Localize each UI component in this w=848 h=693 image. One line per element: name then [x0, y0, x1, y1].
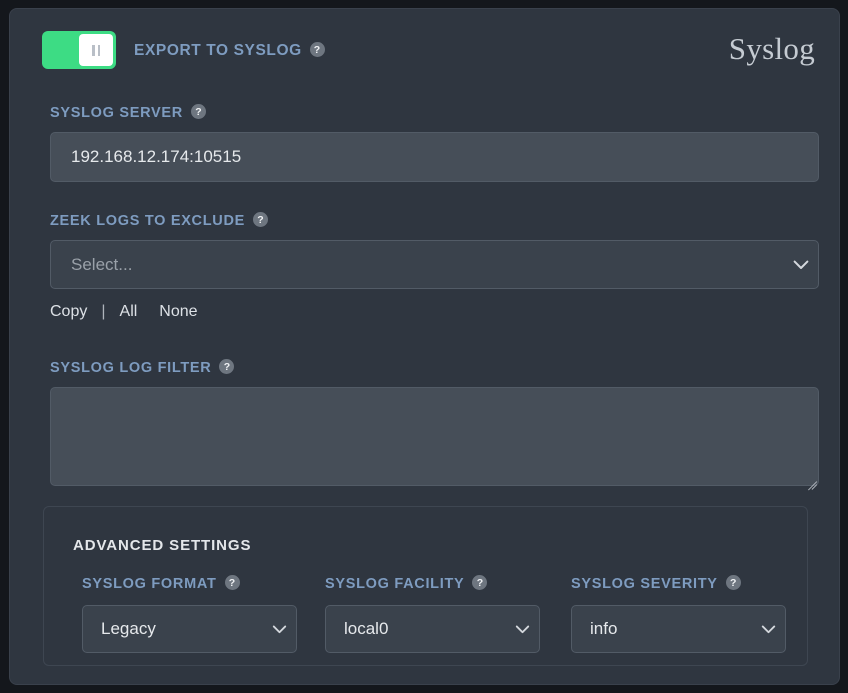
syslog-format-label-text: SYSLOG FORMAT: [82, 575, 217, 592]
syslog-severity-value: info: [590, 619, 618, 638]
syslog-server-label: SYSLOG SERVER?: [50, 104, 206, 122]
export-to-syslog-toggle[interactable]: [42, 31, 116, 69]
syslog-facility-value: local0: [344, 619, 389, 638]
help-icon[interactable]: ?: [224, 575, 240, 591]
help-icon[interactable]: ?: [472, 575, 488, 591]
syslog-log-filter-textarea[interactable]: [50, 387, 819, 486]
help-icon[interactable]: ?: [725, 575, 741, 591]
advanced-settings-section: ADVANCED SETTINGS SYSLOG FORMAT? Legacy …: [43, 506, 808, 666]
syslog-format-value: Legacy: [101, 619, 156, 638]
link-separator: |: [101, 303, 106, 320]
zeek-logs-select-value: Select...: [71, 254, 133, 274]
all-link[interactable]: All: [120, 303, 138, 321]
syslog-server-label-text: SYSLOG SERVER: [50, 104, 183, 121]
syslog-format-select[interactable]: Legacy: [82, 605, 297, 653]
chevron-down-icon: [262, 625, 296, 634]
zeek-logs-to-exclude-select[interactable]: Select...: [50, 240, 819, 289]
zeek-logs-to-exclude-label-text: ZEEK LOGS TO EXCLUDE: [50, 212, 246, 229]
syslog-format-label: SYSLOG FORMAT?: [82, 575, 240, 593]
page-frame: EXPORT TO SYSLOG? Syslog SYSLOG SERVER? …: [0, 0, 848, 693]
syslog-facility-label-text: SYSLOG FACILITY: [325, 575, 465, 592]
syslog-facility-select[interactable]: local0: [325, 605, 540, 653]
syslog-severity-label: SYSLOG SEVERITY?: [571, 575, 741, 593]
copy-link[interactable]: Copy: [50, 303, 87, 321]
syslog-log-filter-label-text: SYSLOG LOG FILTER: [50, 359, 212, 376]
syslog-severity-select[interactable]: info: [571, 605, 786, 653]
select-helper-links: Copy | All None: [50, 303, 198, 321]
pause-icon: [92, 44, 100, 56]
none-link[interactable]: None: [159, 303, 197, 321]
page-title: Syslog: [728, 31, 815, 66]
panel-header: EXPORT TO SYSLOG? Syslog: [10, 9, 839, 87]
syslog-severity-label-text: SYSLOG SEVERITY: [571, 575, 718, 592]
toggle-knob: [79, 34, 113, 66]
advanced-settings-title: ADVANCED SETTINGS: [73, 537, 252, 554]
syslog-settings-panel: EXPORT TO SYSLOG? Syslog SYSLOG SERVER? …: [9, 8, 840, 685]
chevron-down-icon: [505, 625, 539, 634]
syslog-log-filter-label: SYSLOG LOG FILTER?: [50, 359, 235, 377]
zeek-logs-to-exclude-label: ZEEK LOGS TO EXCLUDE?: [50, 212, 269, 230]
syslog-facility-label: SYSLOG FACILITY?: [325, 575, 488, 593]
export-to-syslog-label-text: EXPORT TO SYSLOG: [134, 42, 302, 59]
chevron-down-icon: [751, 625, 785, 634]
syslog-server-input[interactable]: [50, 132, 819, 182]
help-icon[interactable]: ?: [253, 212, 269, 228]
help-icon[interactable]: ?: [219, 359, 235, 375]
help-icon[interactable]: ?: [190, 104, 206, 120]
chevron-down-icon: [784, 260, 818, 270]
help-icon[interactable]: ?: [309, 42, 325, 58]
export-to-syslog-label: EXPORT TO SYSLOG?: [134, 42, 325, 60]
